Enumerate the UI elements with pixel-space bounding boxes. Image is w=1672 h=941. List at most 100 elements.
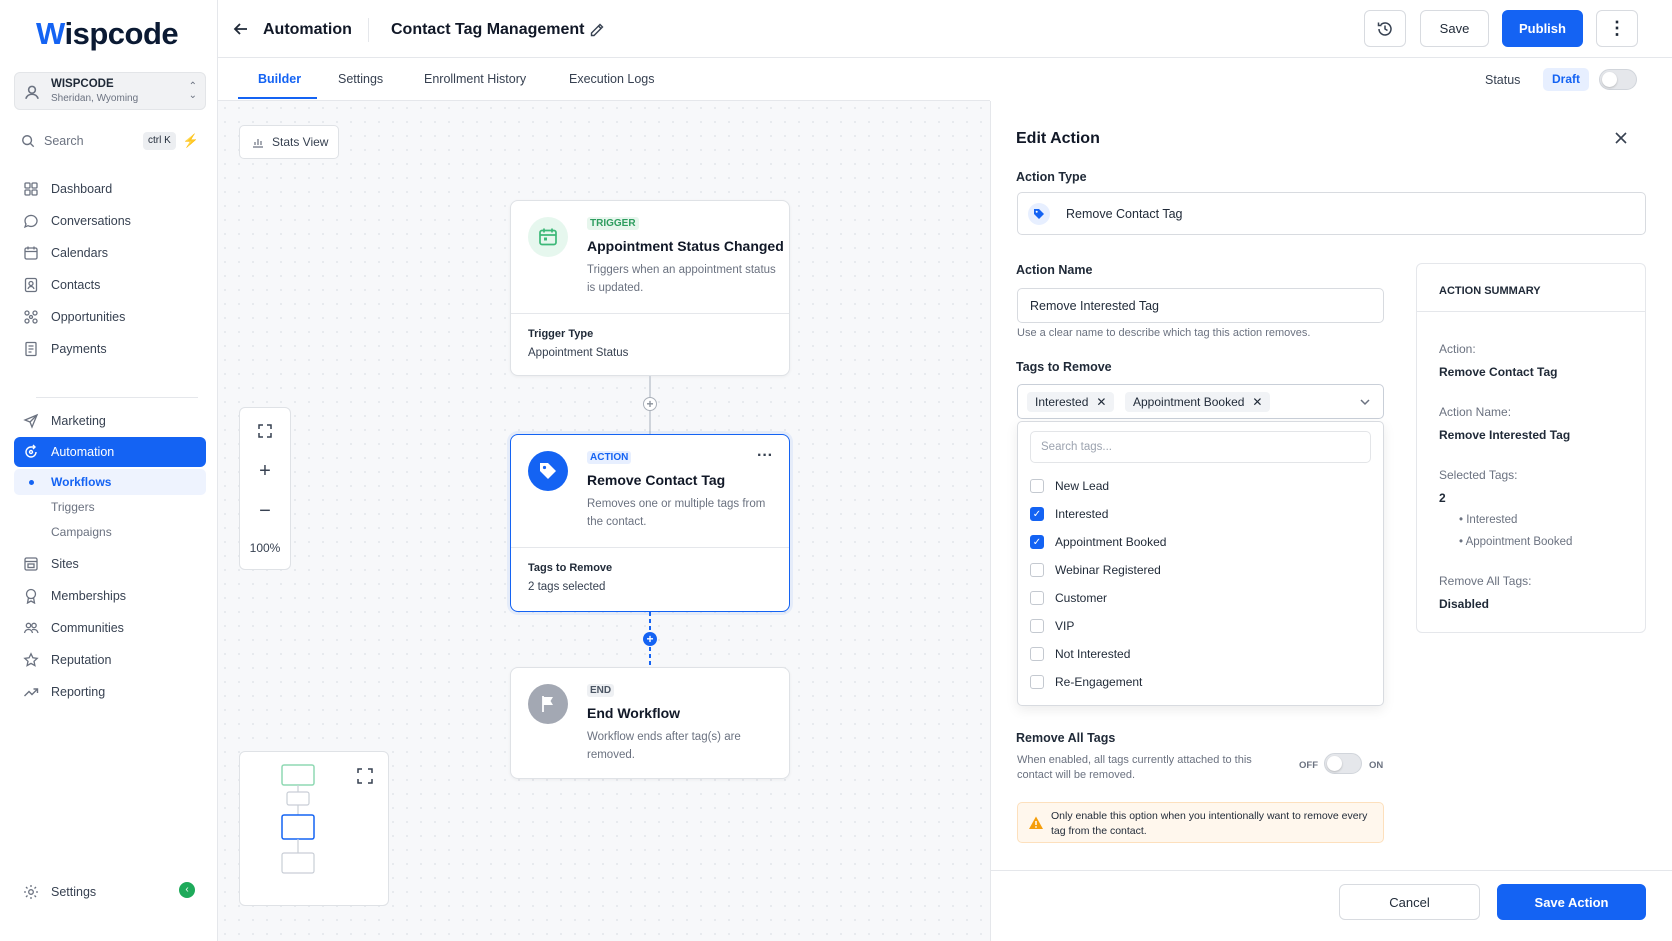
checkbox[interactable] bbox=[1030, 647, 1044, 661]
node-description: Removes one or multiple tags from the co… bbox=[587, 498, 766, 528]
tab-execution-logs[interactable]: Execution Logs bbox=[569, 72, 654, 86]
brand-logo[interactable]: Wispcode bbox=[36, 14, 179, 54]
fit-screen-icon[interactable] bbox=[240, 416, 290, 446]
option-label: Customer bbox=[1055, 591, 1108, 605]
node-description: Triggers when an appointment status is u… bbox=[587, 264, 776, 294]
node-footer-value: Appointment Status bbox=[528, 347, 629, 359]
chevron-down-icon[interactable] bbox=[1360, 398, 1370, 406]
stats-view-button[interactable]: Stats View bbox=[239, 125, 339, 159]
nav-memberships[interactable]: Memberships bbox=[14, 581, 206, 611]
remove-all-hint: When enabled, all tags currently attache… bbox=[1017, 754, 1252, 781]
add-step-icon[interactable]: + bbox=[643, 632, 657, 646]
tag-option[interactable]: ✓ Interested bbox=[1030, 504, 1108, 524]
collapse-sidebar-icon[interactable]: ‹ bbox=[179, 882, 195, 898]
checkbox[interactable] bbox=[1030, 479, 1044, 493]
nav-label: Memberships bbox=[51, 589, 127, 603]
checkbox-checked[interactable]: ✓ bbox=[1030, 507, 1044, 521]
nav-sub-workflows[interactable]: Workflows bbox=[14, 469, 206, 495]
calendar-icon bbox=[24, 246, 38, 260]
tab-enrollment-history[interactable]: Enrollment History bbox=[424, 72, 526, 86]
nav-automation[interactable]: Automation bbox=[14, 437, 206, 467]
more-options-icon[interactable]: ⋮ bbox=[1596, 10, 1638, 47]
nav-sites[interactable]: Sites bbox=[14, 549, 206, 579]
cancel-button[interactable]: Cancel bbox=[1339, 884, 1480, 920]
nav-label: Reputation bbox=[51, 653, 112, 667]
back-arrow-icon[interactable] bbox=[232, 20, 250, 38]
node-more-icon[interactable]: ··· bbox=[757, 447, 773, 465]
breadcrumb[interactable]: Automation bbox=[263, 21, 352, 39]
tag-option[interactable]: Customer bbox=[1030, 588, 1107, 608]
tags-multiselect[interactable]: Interested ✕ Appointment Booked ✕ bbox=[1017, 384, 1384, 419]
minimap[interactable] bbox=[239, 751, 389, 906]
summary-key: Remove All Tags: bbox=[1439, 574, 1532, 588]
bolt-icon[interactable]: ⚡ bbox=[181, 132, 201, 150]
zoom-out-icon[interactable]: − bbox=[240, 496, 290, 526]
summary-list-item: • Interested bbox=[1459, 514, 1518, 526]
action-node[interactable]: ACTION Remove Contact Tag Removes one or… bbox=[510, 434, 790, 612]
tag-icon bbox=[540, 463, 556, 479]
action-type-label: Action Type bbox=[1016, 170, 1087, 184]
status-toggle[interactable] bbox=[1599, 69, 1637, 90]
tab-builder[interactable]: Builder bbox=[258, 72, 301, 86]
chip-remove-icon[interactable]: ✕ bbox=[1252, 395, 1262, 409]
workflow-title: Contact Tag Management bbox=[391, 21, 585, 38]
tag-search-input[interactable]: Search tags... bbox=[1030, 431, 1371, 463]
checkbox[interactable] bbox=[1030, 675, 1044, 689]
trigger-node[interactable]: TRIGGER Appointment Status Changed Trigg… bbox=[510, 200, 790, 376]
remove-all-toggle[interactable] bbox=[1324, 753, 1362, 774]
edit-pencil-icon[interactable] bbox=[589, 22, 605, 38]
nav-sub-label: Campaigns bbox=[51, 525, 112, 539]
nav-calendars[interactable]: Calendars bbox=[14, 238, 206, 268]
node-title: Appointment Status Changed bbox=[587, 238, 784, 254]
save-action-button[interactable]: Save Action bbox=[1497, 884, 1646, 920]
checkbox[interactable] bbox=[1030, 619, 1044, 633]
logo-mark: W bbox=[36, 16, 65, 51]
nav-opportunities[interactable]: Opportunities bbox=[14, 302, 206, 332]
node-description: Workflow ends after tag(s) are removed. bbox=[587, 731, 741, 761]
end-node[interactable]: END End Workflow Workflow ends after tag… bbox=[510, 667, 790, 779]
tag-chip[interactable]: Appointment Booked ✕ bbox=[1125, 392, 1271, 412]
nav-conversations[interactable]: Conversations bbox=[14, 206, 206, 236]
nav-payments[interactable]: Payments bbox=[14, 334, 206, 364]
tab-settings[interactable]: Settings bbox=[338, 72, 383, 86]
add-step-icon[interactable]: + bbox=[643, 397, 657, 411]
close-icon[interactable] bbox=[1613, 130, 1629, 146]
nav-dashboard[interactable]: Dashboard bbox=[14, 174, 206, 204]
action-name-input[interactable]: Remove Interested Tag bbox=[1017, 288, 1384, 323]
nav-reporting[interactable]: Reporting bbox=[14, 677, 206, 707]
nav-sub-label: Triggers bbox=[51, 500, 95, 514]
chip-remove-icon[interactable]: ✕ bbox=[1096, 395, 1106, 409]
tag-chip[interactable]: Interested ✕ bbox=[1027, 392, 1115, 412]
zoom-in-icon[interactable]: + bbox=[240, 456, 290, 486]
nav-sub-triggers[interactable]: Triggers bbox=[14, 494, 206, 520]
cancel-label: Cancel bbox=[1389, 894, 1430, 910]
chevron-updown-icon: ⌃ ⌄ bbox=[188, 81, 197, 101]
nav-marketing[interactable]: Marketing bbox=[14, 406, 206, 436]
search-shortcut: ctrl K bbox=[143, 132, 176, 150]
tag-option[interactable]: ✓ Appointment Booked bbox=[1030, 532, 1166, 552]
checkbox[interactable] bbox=[1030, 563, 1044, 577]
tag-option[interactable]: Not Interested bbox=[1030, 644, 1130, 664]
option-label: Webinar Registered bbox=[1055, 563, 1161, 577]
checkbox[interactable] bbox=[1030, 591, 1044, 605]
save-button[interactable]: Save bbox=[1420, 10, 1489, 47]
tag-option[interactable]: New Lead bbox=[1030, 476, 1109, 496]
nav-reputation[interactable]: Reputation bbox=[14, 645, 206, 675]
save-action-label: Save Action bbox=[1534, 894, 1609, 910]
publish-button[interactable]: Publish bbox=[1502, 10, 1583, 47]
tag-option[interactable]: VIP bbox=[1030, 616, 1074, 636]
checkbox-checked[interactable]: ✓ bbox=[1030, 535, 1044, 549]
search-bar[interactable]: Search ctrl K ⚡ bbox=[14, 127, 206, 155]
nav-settings[interactable]: Settings bbox=[14, 877, 206, 907]
nav-label: Calendars bbox=[51, 246, 108, 260]
nav-communities[interactable]: Communities bbox=[14, 613, 206, 643]
tag-option[interactable]: Webinar Registered bbox=[1030, 560, 1161, 580]
nav-label: Sites bbox=[51, 557, 79, 571]
expand-icon[interactable] bbox=[356, 767, 374, 785]
account-switcher[interactable]: WISPCODE Sheridan, Wyoming ⌃ ⌄ bbox=[14, 72, 206, 110]
history-button[interactable] bbox=[1364, 10, 1406, 47]
nav-contacts[interactable]: Contacts bbox=[14, 270, 206, 300]
nav-sub-campaigns[interactable]: Campaigns bbox=[14, 519, 206, 545]
option-label: Interested bbox=[1055, 507, 1109, 521]
tag-option[interactable]: Re-Engagement bbox=[1030, 672, 1142, 692]
